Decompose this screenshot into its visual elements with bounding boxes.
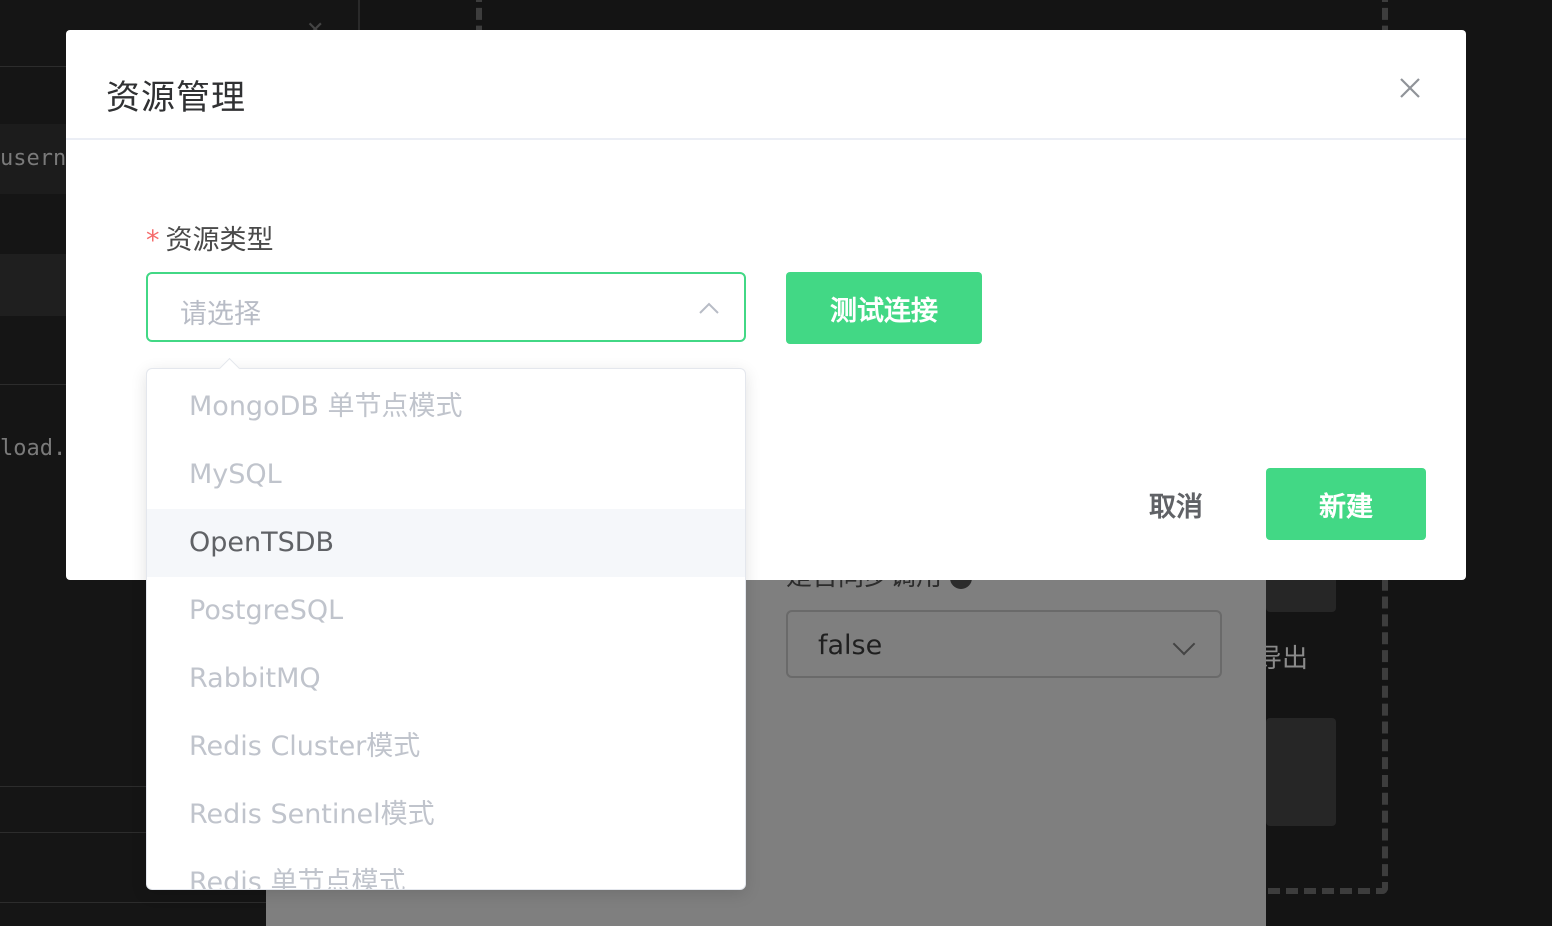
test-connection-button[interactable]: 测试连接 [786,272,982,344]
background-box [1266,718,1336,826]
background-sync-select-value: false [818,630,883,661]
background-code-text: usern [0,146,67,171]
select-placeholder: 请选择 [180,299,261,330]
chevron-up-icon [698,298,720,320]
required-mark: * [146,225,160,256]
resource-type-label-text: 资源类型 [165,225,274,256]
dropdown-option-opentsdb[interactable]: OpenTSDB [147,509,745,577]
chevron-down-icon [1172,632,1196,656]
dropdown-option-rabbitmq[interactable]: RabbitMQ [147,645,745,713]
background-code-text: load. [0,436,67,461]
dropdown-option-list: MongoDB 单节点模式 MySQL OpenTSDB PostgreSQL … [147,369,745,889]
dropdown-option-postgresql[interactable]: PostgreSQL [147,577,745,645]
dropdown-option-redis-sentinel[interactable]: Redis Sentinel模式 [147,781,745,849]
dialog-header: 资源管理 [66,30,1466,140]
dropdown-option-redis-cluster[interactable]: Redis Cluster模式 [147,713,745,781]
close-icon[interactable] [1394,72,1426,104]
resource-type-select[interactable]: 请选择 [146,272,746,342]
background-sync-select: false [786,610,1222,678]
cancel-button[interactable]: 取消 [1106,468,1246,540]
dialog-title: 资源管理 [106,78,246,118]
dropdown-option-mysql[interactable]: MySQL [147,441,745,509]
create-button[interactable]: 新建 [1266,468,1426,540]
dropdown-option-mongodb[interactable]: MongoDB 单节点模式 [147,369,745,441]
dropdown-option-redis-single[interactable]: Redis 单节点模式 [147,849,745,889]
resource-type-dropdown: MongoDB 单节点模式 MySQL OpenTSDB PostgreSQL … [146,368,746,890]
resource-type-label: * 资源类型 [146,218,274,257]
